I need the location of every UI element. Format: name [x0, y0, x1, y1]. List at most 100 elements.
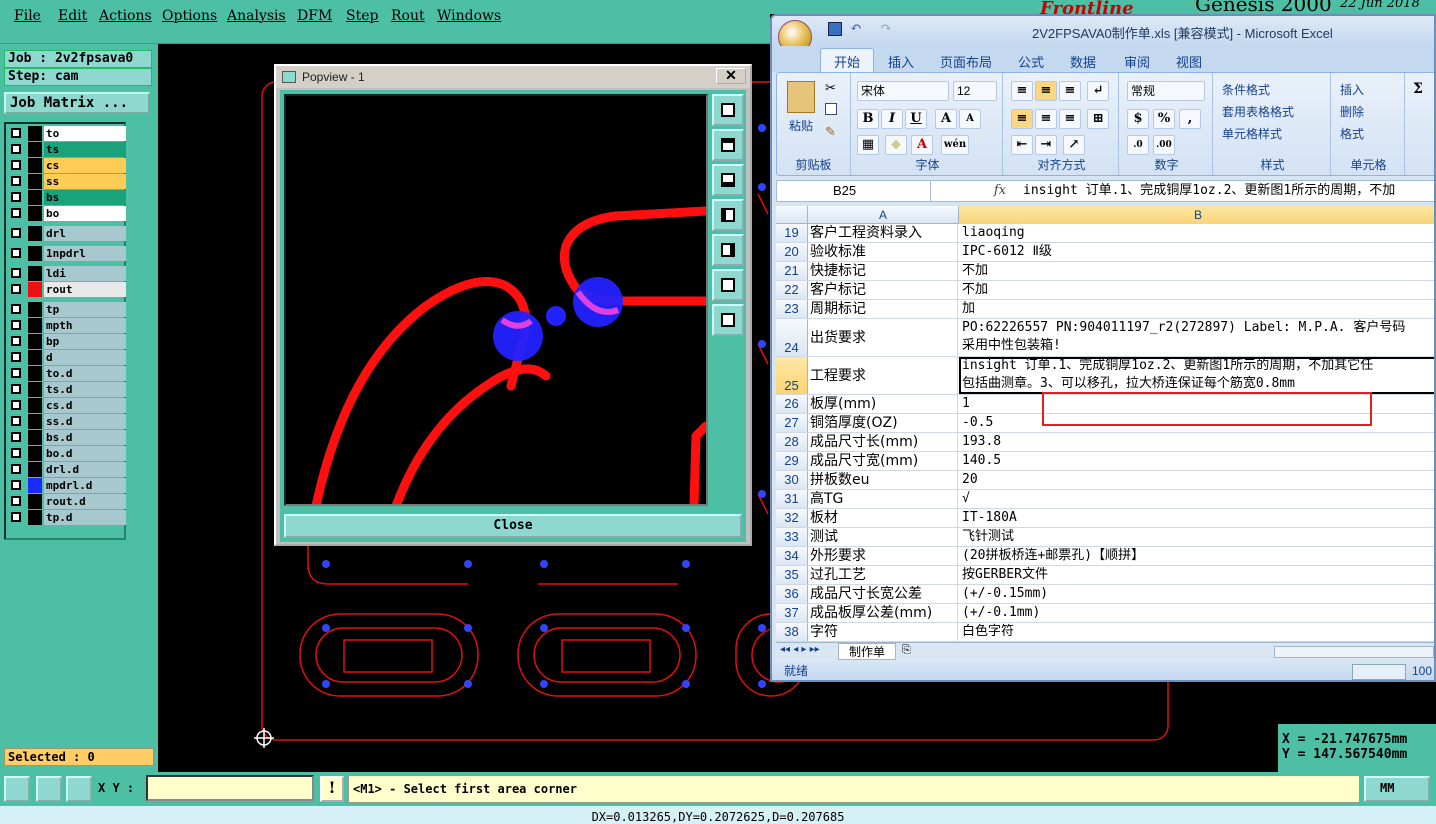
worksheet-grid[interactable]: A B 19 客户工程资料录入 liaoqing 20 验收标准 IPC-6012 Ⅱ级 2… — [776, 206, 1434, 642]
font-color-icon[interactable]: A — [911, 135, 933, 155]
align-left-icon[interactable]: ≡ — [1011, 109, 1033, 129]
layer-row[interactable]: mpth — [8, 318, 126, 333]
cell-b[interactable]: 飞针测试 — [959, 528, 1434, 546]
cell-b[interactable]: √ — [959, 490, 1434, 508]
layer-name[interactable]: 1npdrl — [44, 246, 126, 261]
layer-checkbox[interactable] — [11, 192, 21, 202]
layer-name[interactable]: drl.d — [44, 462, 126, 477]
table-row[interactable]: 22 客户标记 不加 — [776, 281, 1434, 300]
layer-name[interactable]: mpth — [44, 318, 126, 333]
layer-checkbox[interactable] — [11, 304, 21, 314]
menu-actions[interactable]: Actions — [99, 8, 152, 24]
layer-row[interactable]: to.d — [8, 366, 126, 381]
layer-name[interactable]: mpdrl.d — [44, 478, 126, 493]
layer-name[interactable]: tp — [44, 302, 126, 317]
row-number[interactable]: 23 — [776, 300, 808, 318]
increase-indent-icon[interactable]: ⇥ — [1035, 135, 1057, 155]
layer-row[interactable]: cs.d — [8, 398, 126, 413]
delete-cells-button[interactable]: 删除 — [1337, 103, 1401, 123]
paste-label[interactable]: 粘贴 — [789, 117, 813, 134]
row-number[interactable]: 26 — [776, 395, 808, 413]
row-number[interactable]: 33 — [776, 528, 808, 546]
row-number[interactable]: 21 — [776, 262, 808, 280]
cell-b[interactable]: insight 订单.1、完成铜厚1oz.2、更新图1所示的周期，不加其它任 包括… — [959, 357, 1434, 394]
layer-row[interactable]: mpdrl.d — [8, 478, 126, 493]
xy-input[interactable] — [146, 775, 314, 801]
menu-windows[interactable]: Windows — [437, 8, 501, 24]
cell-b[interactable]: IT-180A — [959, 509, 1434, 527]
pan-down-icon[interactable] — [712, 164, 744, 196]
pan-left-icon[interactable] — [712, 199, 744, 231]
copy-icon[interactable] — [825, 103, 837, 115]
cell-a[interactable]: 字符 — [808, 623, 958, 641]
border-icon[interactable]: ▦ — [857, 135, 879, 155]
cell-a[interactable]: 客户工程资料录入 — [808, 224, 958, 242]
align-center-icon[interactable]: ≡ — [1035, 109, 1057, 129]
phonetic-icon[interactable]: wén — [941, 135, 969, 155]
bold-icon[interactable]: B — [857, 109, 879, 129]
layer-checkbox[interactable] — [11, 416, 21, 426]
cell-b[interactable]: liaoqing — [959, 224, 1434, 242]
zoom-in-icon[interactable] — [712, 304, 744, 336]
view-mode-icons[interactable] — [1352, 664, 1406, 680]
table-row[interactable]: 29 成品尺寸宽(mm) 140.5 — [776, 452, 1434, 471]
layer-checkbox[interactable] — [11, 160, 21, 170]
row-number[interactable]: 31 — [776, 490, 808, 508]
cell-a[interactable]: 出货要求 — [808, 319, 958, 356]
cell-a[interactable]: 快捷标记 — [808, 262, 958, 280]
cell-b[interactable]: 加 — [959, 300, 1434, 318]
table-row[interactable]: 30 拼板数eu 20 — [776, 471, 1434, 490]
insert-sheet-icon[interactable]: ⎘ — [902, 643, 924, 660]
cell-a[interactable]: 外形要求 — [808, 547, 958, 565]
table-row[interactable]: 20 验收标准 IPC-6012 Ⅱ级 — [776, 243, 1434, 262]
layer-checkbox[interactable] — [11, 368, 21, 378]
layer-name[interactable]: bs — [44, 190, 126, 205]
menu-rout[interactable]: Rout — [391, 8, 425, 24]
layer-name[interactable]: bp — [44, 334, 126, 349]
row-number[interactable]: 19 — [776, 224, 808, 242]
cell-a[interactable]: 板厚(mm) — [808, 395, 958, 413]
table-row[interactable]: 33 测试 飞针测试 — [776, 528, 1434, 547]
tab-home[interactable]: 开始 — [834, 52, 860, 71]
layer-row[interactable]: bo.d — [8, 446, 126, 461]
cell-b[interactable]: IPC-6012 Ⅱ级 — [959, 243, 1434, 261]
popview-close-button[interactable]: Close — [284, 514, 742, 538]
cell-a[interactable]: 拼板数eu — [808, 471, 958, 489]
cell-a[interactable]: 铜箔厚度(OZ) — [808, 414, 958, 432]
font-size-select[interactable]: 12 — [953, 81, 997, 101]
grid-icon[interactable] — [66, 776, 92, 802]
layer-checkbox[interactable] — [11, 336, 21, 346]
row-number[interactable]: 37 — [776, 604, 808, 622]
menu-dfm[interactable]: DFM — [297, 8, 332, 24]
conditional-format-button[interactable]: 条件格式 — [1219, 81, 1327, 101]
cell-b[interactable]: 193.8 — [959, 433, 1434, 451]
row-number[interactable]: 28 — [776, 433, 808, 451]
layer-name[interactable]: to.d — [44, 366, 126, 381]
pan-right-icon[interactable] — [712, 234, 744, 266]
sheet-nav-icon[interactable]: ◂◂ ◂ ▸ ▸▸ — [780, 644, 820, 655]
layer-checkbox[interactable] — [11, 448, 21, 458]
table-row[interactable]: 36 成品尺寸长宽公差 (+/-0.15mm) — [776, 585, 1434, 604]
decrease-decimal-icon[interactable]: .00 — [1153, 135, 1175, 155]
menu-edit[interactable]: Edit — [58, 8, 87, 24]
save-icon[interactable] — [828, 22, 842, 36]
table-row[interactable]: 38 字符 白色字符 — [776, 623, 1434, 642]
cell-style-button[interactable]: 单元格样式 — [1219, 125, 1327, 145]
tab-data[interactable]: 数据 — [1070, 52, 1096, 71]
align-bottom-icon[interactable]: ≡ — [1059, 81, 1081, 101]
layer-checkbox[interactable] — [11, 384, 21, 394]
table-row[interactable]: 23 周期标记加 — [776, 300, 1434, 319]
cell-b[interactable]: 白色字符 — [959, 623, 1434, 641]
table-row[interactable]: 37 成品板厚公差(mm) (+/-0.1mm) — [776, 604, 1434, 623]
layer-row[interactable]: rout.d — [8, 494, 126, 509]
layer-checkbox[interactable] — [11, 352, 21, 362]
select-all-corner[interactable] — [776, 206, 808, 224]
align-middle-icon[interactable]: ≡ — [1035, 81, 1057, 101]
layer-row[interactable]: bo — [8, 206, 126, 221]
format-painter-icon[interactable]: ✎ — [825, 125, 836, 140]
zoom-window-icon[interactable] — [712, 94, 744, 126]
function-icon[interactable]: fx — [985, 181, 1015, 201]
row-number[interactable]: 35 — [776, 566, 808, 584]
cell-b[interactable]: (20拼板桥连+邮票孔)【顺拼】 — [959, 547, 1434, 565]
snap-icon[interactable] — [4, 776, 30, 802]
